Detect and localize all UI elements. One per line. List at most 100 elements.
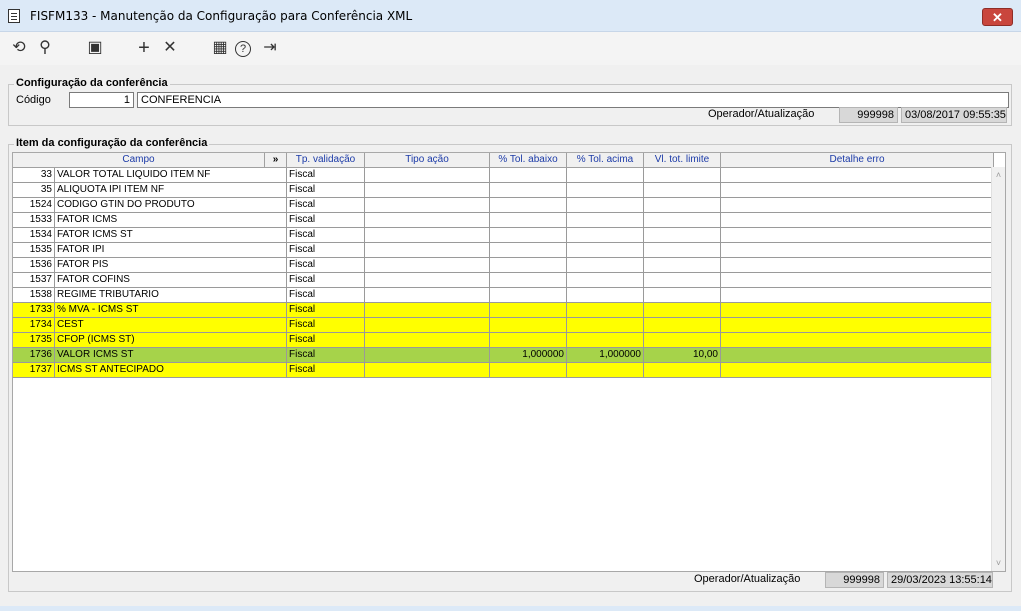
cell-vl-tot-limite[interactable] [644,183,721,198]
table-row[interactable]: 1535 FATOR IPI Fiscal [13,243,994,258]
cell-tp-validacao[interactable]: Fiscal [287,333,365,348]
table-row[interactable]: 1537 FATOR COFINS Fiscal [13,273,994,288]
cell-detalhe-erro[interactable] [721,318,994,333]
cell-tol-acima[interactable] [567,198,644,213]
cell-code[interactable]: 1535 [13,243,55,258]
cell-vl-tot-limite[interactable] [644,288,721,303]
cell-campo[interactable]: VALOR TOTAL LIQUIDO ITEM NF [55,168,287,183]
cell-tp-validacao[interactable]: Fiscal [287,228,365,243]
cell-detalhe-erro[interactable] [721,288,994,303]
grid-scrollbar[interactable]: ˄ ˅ [991,167,1005,571]
table-row[interactable]: 1737 ICMS ST ANTECIPADO Fiscal [13,363,994,378]
table-row[interactable]: 33 VALOR TOTAL LIQUIDO ITEM NF Fiscal [13,168,994,183]
cell-tol-abaixo[interactable] [490,243,567,258]
cell-tol-abaixo[interactable] [490,213,567,228]
cell-detalhe-erro[interactable] [721,348,994,363]
table-row[interactable]: 1735 CFOP (ICMS ST) Fiscal [13,333,994,348]
cell-code[interactable]: 1536 [13,258,55,273]
cell-tol-abaixo[interactable] [490,258,567,273]
cell-tol-acima[interactable] [567,228,644,243]
cell-detalhe-erro[interactable] [721,258,994,273]
cell-vl-tot-limite[interactable] [644,213,721,228]
header-expand[interactable]: » [265,153,287,167]
cell-vl-tot-limite[interactable] [644,363,721,378]
cell-detalhe-erro[interactable] [721,183,994,198]
cell-tp-validacao[interactable]: Fiscal [287,273,365,288]
add-icon[interactable]: + [134,38,154,58]
cell-tol-abaixo[interactable]: 1,000000 [490,348,567,363]
save-icon[interactable]: ▣ [85,38,105,58]
cell-tol-acima[interactable] [567,213,644,228]
cell-tp-validacao[interactable]: Fiscal [287,258,365,273]
cell-tipo-acao[interactable] [365,348,490,363]
cell-tp-validacao[interactable]: Fiscal [287,183,365,198]
cell-tol-acima[interactable] [567,363,644,378]
cell-vl-tot-limite[interactable] [644,303,721,318]
cell-tipo-acao[interactable] [365,168,490,183]
cell-tp-validacao[interactable]: Fiscal [287,198,365,213]
table-row[interactable]: 1534 FATOR ICMS ST Fiscal [13,228,994,243]
cell-tp-validacao[interactable]: Fiscal [287,363,365,378]
cell-tipo-acao[interactable] [365,213,490,228]
cell-code[interactable]: 33 [13,168,55,183]
cell-code[interactable]: 1537 [13,273,55,288]
cell-tol-abaixo[interactable] [490,198,567,213]
table-row[interactable]: 1536 FATOR PIS Fiscal [13,258,994,273]
cell-code[interactable]: 1538 [13,288,55,303]
codigo-input[interactable]: 1 [69,92,134,108]
cell-code[interactable]: 1736 [13,348,55,363]
cell-campo[interactable]: FATOR ICMS [55,213,287,228]
cell-detalhe-erro[interactable] [721,303,994,318]
cell-tipo-acao[interactable] [365,228,490,243]
header-tp-validacao[interactable]: Tp. validação [287,153,365,167]
table-row[interactable]: 35 ALIQUOTA IPI ITEM NF Fiscal [13,183,994,198]
cell-campo[interactable]: REGIME TRIBUTARIO [55,288,287,303]
cell-code[interactable]: 1735 [13,333,55,348]
scroll-down-icon[interactable]: ˅ [992,557,1005,569]
cell-tp-validacao[interactable]: Fiscal [287,303,365,318]
cell-tp-validacao[interactable]: Fiscal [287,213,365,228]
cell-tol-acima[interactable] [567,183,644,198]
cell-tol-acima[interactable] [567,288,644,303]
cell-tp-validacao[interactable]: Fiscal [287,243,365,258]
cell-tol-acima[interactable] [567,273,644,288]
cell-tipo-acao[interactable] [365,243,490,258]
cell-code[interactable]: 1534 [13,228,55,243]
cell-vl-tot-limite[interactable] [644,168,721,183]
table-row[interactable]: 1733% MVA - ICMS ST Fiscal [13,303,994,318]
cell-tp-validacao[interactable]: Fiscal [287,348,365,363]
close-button[interactable]: ✕ [982,8,1013,26]
cell-code[interactable]: 1737 [13,363,55,378]
cell-tipo-acao[interactable] [365,258,490,273]
cell-detalhe-erro[interactable] [721,243,994,258]
header-tol-abaixo[interactable]: % Tol. abaixo [490,153,567,167]
cell-code[interactable]: 1734 [13,318,55,333]
cell-campo[interactable]: ICMS ST ANTECIPADO [55,363,287,378]
delete-icon[interactable]: ✕ [160,38,180,58]
cell-campo[interactable]: FATOR ICMS ST [55,228,287,243]
cell-tol-acima[interactable] [567,243,644,258]
cell-tol-abaixo[interactable] [490,288,567,303]
cell-tol-abaixo[interactable] [490,363,567,378]
scroll-up-icon[interactable]: ˄ [992,169,1005,181]
cell-campo[interactable]: CODIGO GTIN DO PRODUTO [55,198,287,213]
cell-vl-tot-limite[interactable] [644,198,721,213]
table-row[interactable]: 1533 FATOR ICMS Fiscal [13,213,994,228]
header-tipo-acao[interactable]: Tipo ação [365,153,490,167]
cell-vl-tot-limite[interactable] [644,258,721,273]
cell-tp-validacao[interactable]: Fiscal [287,168,365,183]
exit-icon[interactable]: ⇥ [260,38,280,58]
cell-vl-tot-limite[interactable] [644,273,721,288]
cell-tipo-acao[interactable] [365,318,490,333]
cell-campo[interactable]: CFOP (ICMS ST) [55,333,287,348]
cell-vl-tot-limite[interactable] [644,228,721,243]
cell-tipo-acao[interactable] [365,333,490,348]
table-row[interactable]: 1734 CEST Fiscal [13,318,994,333]
cell-code[interactable]: 1533 [13,213,55,228]
header-detalhe-erro[interactable]: Detalhe erro [721,153,994,167]
cell-detalhe-erro[interactable] [721,198,994,213]
cell-tipo-acao[interactable] [365,273,490,288]
cell-tp-validacao[interactable]: Fiscal [287,318,365,333]
cell-tol-abaixo[interactable] [490,318,567,333]
cell-tp-validacao[interactable]: Fiscal [287,288,365,303]
